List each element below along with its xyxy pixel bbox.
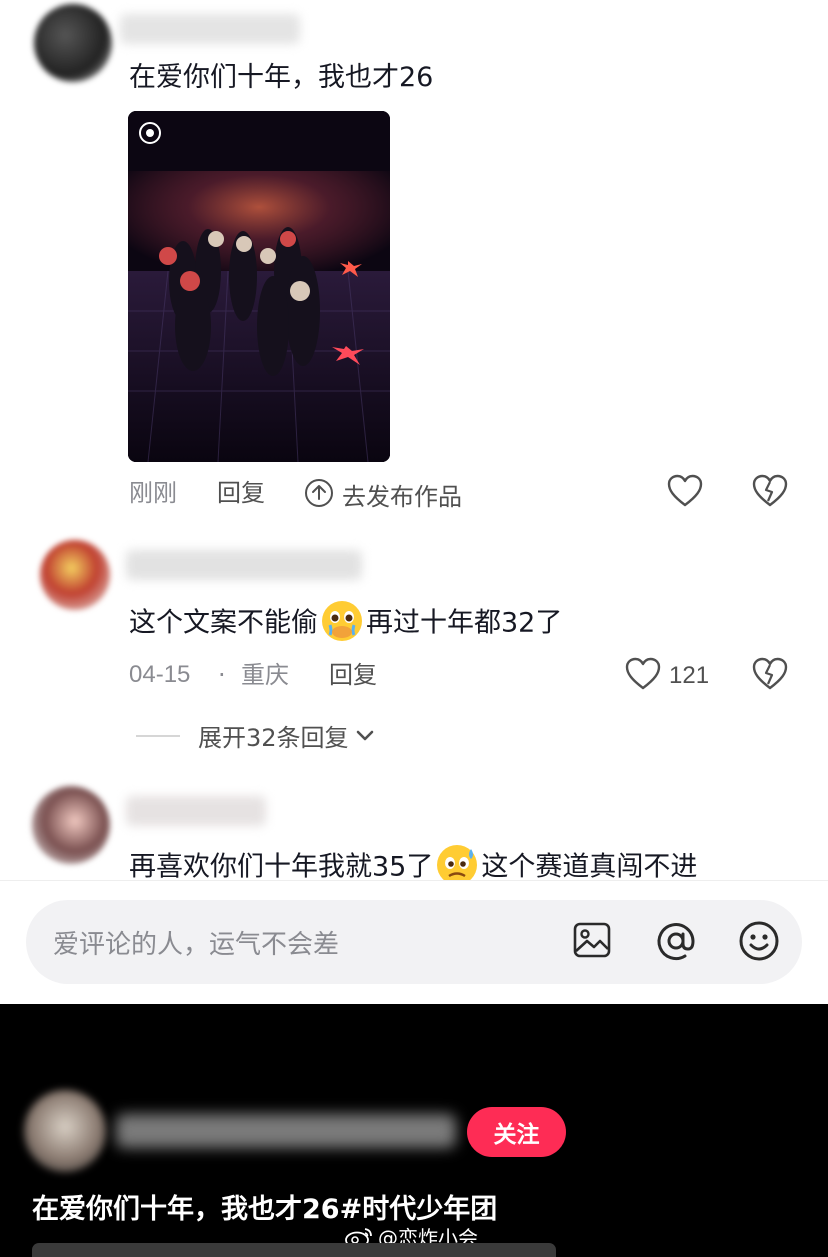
video-progress-bar[interactable] (32, 1243, 556, 1257)
comment-input-placeholder: 爱评论的人，运气不会差 (53, 930, 340, 960)
dislike-button[interactable] (752, 474, 788, 512)
comment-text-part1: 这个文案不能偷 (129, 607, 318, 639)
like-button[interactable]: 121 (625, 657, 709, 695)
concert-photo (128, 111, 390, 462)
heart-icon (667, 474, 703, 512)
comment-text-part1: 再喜欢你们十年我就35了 (129, 851, 434, 883)
chevron-down-icon (355, 729, 375, 743)
username-blurred[interactable] (120, 14, 300, 44)
username-blurred[interactable] (126, 550, 362, 580)
emoji-icon[interactable] (738, 920, 780, 966)
video-caption: 在爱你们十年，我也才26#时代少年团 (32, 1187, 497, 1226)
publish-label: 去发布作品 (342, 483, 462, 511)
avatar[interactable] (34, 4, 112, 82)
holding-back-tears-emoji (320, 599, 364, 643)
expand-replies-button[interactable]: 展开32条回复 (136, 718, 375, 753)
comment-text: 在爱你们十年，我也才26 (129, 62, 434, 93)
comment-date: 04-15 (129, 661, 191, 688)
author-name-blurred[interactable] (116, 1114, 456, 1148)
meta-separator: · (218, 661, 226, 689)
comment-input-bar: 爱评论的人，运气不会差 (0, 880, 828, 1004)
comment-time: 刚刚 (129, 479, 177, 507)
comment-text-part2: 这个赛道真闯不进 (481, 851, 698, 883)
avatar[interactable] (32, 786, 110, 864)
image-icon[interactable] (572, 920, 612, 964)
follow-button[interactable]: 关注 (467, 1107, 566, 1157)
broken-heart-icon (752, 657, 788, 695)
caption-text: 在爱你们十年，我也才26 (32, 1194, 340, 1225)
like-count: 121 (669, 662, 710, 689)
upload-icon (304, 478, 334, 512)
mention-icon[interactable] (655, 920, 697, 966)
broken-heart-icon (752, 474, 788, 512)
expand-replies-label: 展开32条回复 (198, 724, 349, 752)
comment-text: 这个文案不能偷 再过十年都32了 (129, 599, 563, 646)
reply-button[interactable]: 回复 (217, 478, 265, 508)
divider-line (136, 734, 180, 737)
heart-icon (625, 657, 661, 695)
reply-button[interactable]: 回复 (329, 660, 377, 690)
username-blurred[interactable] (126, 796, 266, 826)
like-button[interactable] (667, 474, 703, 512)
comment-location: 重庆 (241, 661, 289, 689)
publish-work-button[interactable]: 去发布作品 (304, 477, 462, 512)
comment-text-part2: 再过十年都32了 (366, 607, 563, 639)
hashtag-link[interactable]: #时代少年团 (340, 1194, 498, 1225)
avatar[interactable] (40, 540, 110, 610)
dislike-button[interactable] (752, 657, 788, 695)
comment-image[interactable] (128, 111, 390, 462)
comment-input[interactable]: 爱评论的人，运气不会差 (26, 900, 802, 984)
author-avatar[interactable] (24, 1090, 106, 1172)
